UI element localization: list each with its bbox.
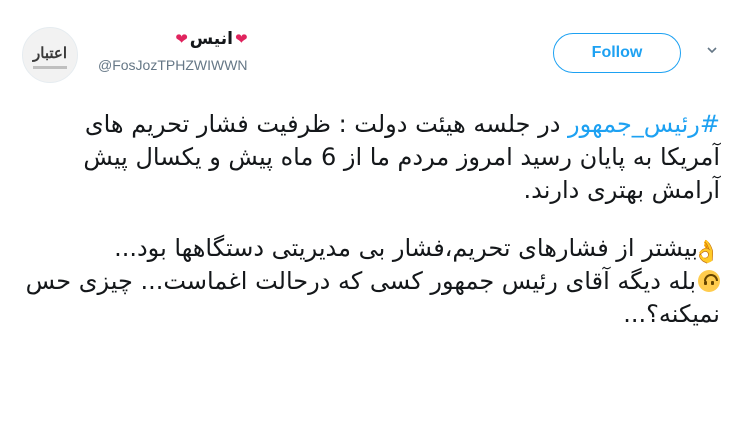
tweet-paragraph-1: #رئیس_جمهور در جلسه هیئت دولت : ظرفیت فش… [20,108,720,207]
tweet-paragraph-3-text: بله دیگه آقای رئیس جمهور کسی که درحالت ا… [25,267,720,328]
display-name-text: انیس [189,29,233,49]
follow-button[interactable]: Follow [553,33,681,73]
avatar[interactable]: اعتبار [22,27,78,83]
tweet-paragraph-3: بله دیگه آقای رئیس جمهور کسی که درحالت ا… [20,265,720,331]
upside-down-face-icon [698,270,720,292]
heart-icon: ❤ [234,30,248,48]
username[interactable]: @FosJozTPHZWIWWN [98,57,248,73]
hashtag-link[interactable]: #رئیس_جمهور [568,110,720,138]
heart-icon: ❤ [175,30,188,48]
account-names[interactable]: ❤ انیس ❤ @FosJozTPHZWIWWN [98,29,248,73]
display-name[interactable]: ❤ انیس ❤ [98,29,248,49]
tweet-text: #رئیس_جمهور در جلسه هیئت دولت : ظرفیت فش… [20,108,720,331]
ok-hand-icon: 👌 [692,240,720,265]
chevron-down-icon[interactable] [706,44,718,56]
avatar-logo: اعتبار [33,44,67,62]
tweet-header: اعتبار ❤ انیس ❤ @FosJozTPHZWIWWN Follow [0,0,753,100]
tweet-paragraph-2: 👌بیشتر از فشارهای تحریم،فشار بی مدیریتی … [20,232,720,265]
tweet-paragraph-2-text: بیشتر از فشارهای تحریم،فشار بی مدیریتی د… [114,234,698,262]
avatar-logo-underline [33,66,67,69]
